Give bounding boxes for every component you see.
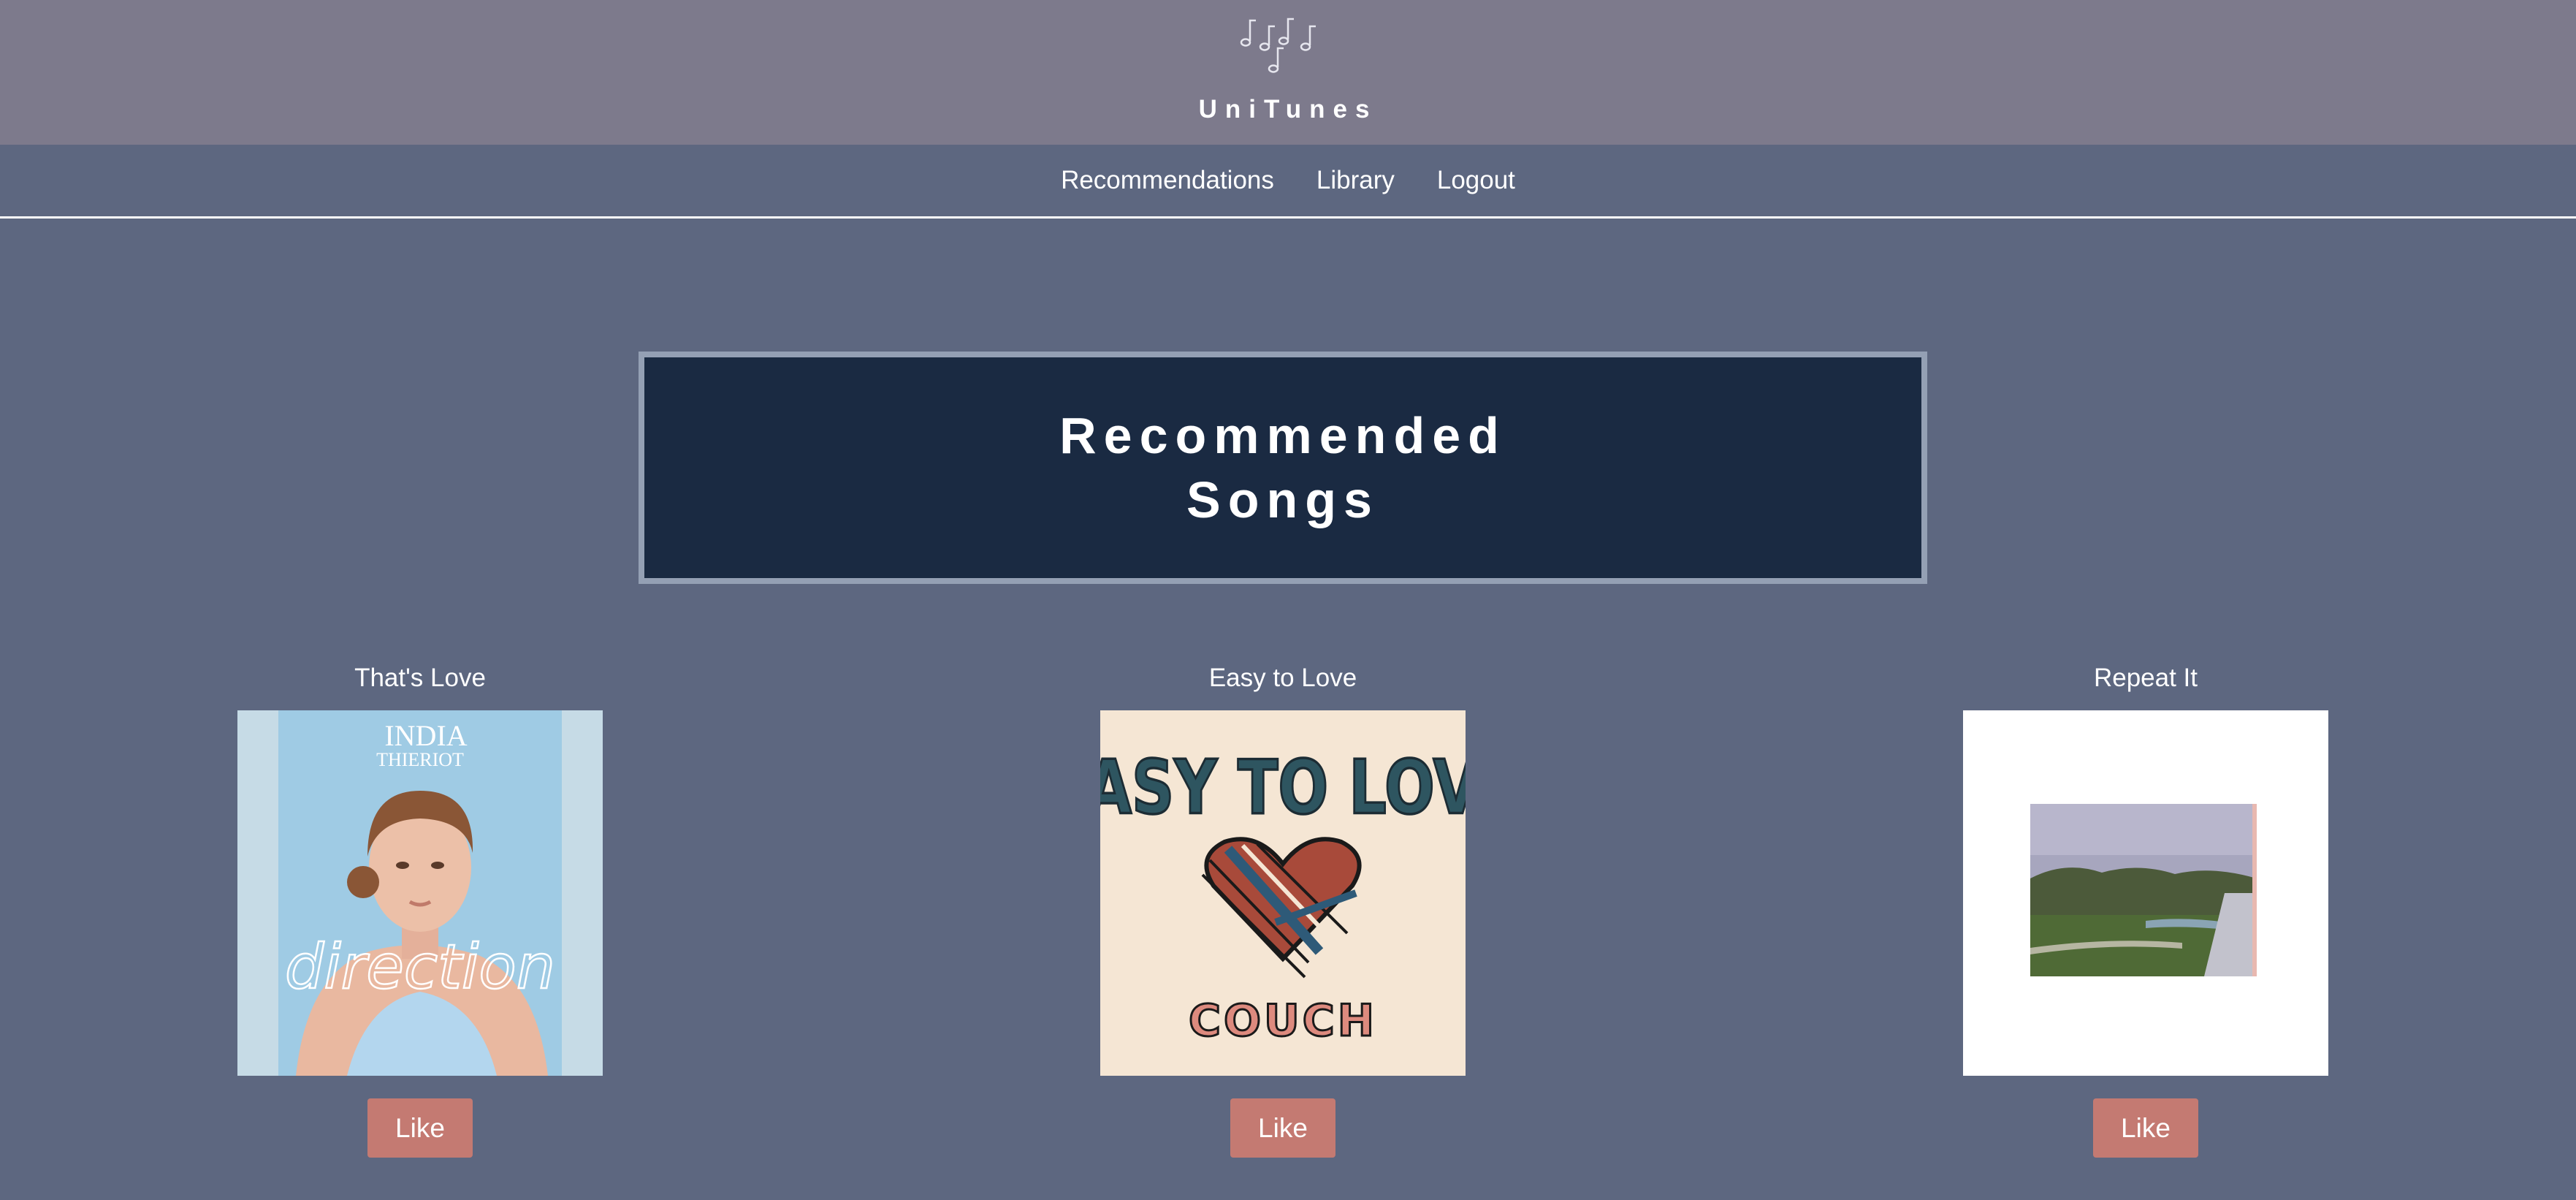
song-title: Easy to Love — [1208, 664, 1357, 692]
nav-logout[interactable]: Logout — [1437, 155, 1515, 206]
page-title-line-1: Recommended — [1059, 407, 1506, 464]
cover-album-title: direction — [285, 931, 555, 1003]
cover-title-text: EASY TO LOVE — [1100, 744, 1466, 830]
nav-library[interactable]: Library — [1316, 155, 1395, 206]
album-cover[interactable] — [1963, 710, 2328, 1076]
song-title: That's Love — [354, 664, 486, 692]
header: UniTunes — [0, 0, 2576, 145]
album-cover[interactable]: EASY TO LOVE COUCH — [1100, 710, 1466, 1076]
song-card: Repeat It Like — [1927, 656, 2365, 1158]
like-button[interactable]: Like — [2093, 1098, 2198, 1158]
song-card: That's Love INDIA THIERIOT direction Lik… — [201, 656, 639, 1158]
app-name: UniTunes — [1198, 95, 1378, 124]
song-title: Repeat It — [2093, 664, 2198, 692]
song-card: Easy to Love EASY TO LOVE COUCH Like — [1064, 656, 1502, 1158]
main-nav: Recommendations Library Logout — [0, 145, 2576, 219]
cover-artist-line-1: INDIA — [384, 719, 467, 752]
hero-banner: Recommended Songs — [639, 352, 1927, 584]
cover-artist-text: COUCH — [1189, 995, 1377, 1047]
page-title-line-2: Songs — [1186, 471, 1379, 528]
page-title: Recommended Songs — [1020, 403, 1546, 532]
cover-artist-line-2: THIERIOT — [376, 749, 464, 770]
nav-recommendations[interactable]: Recommendations — [1061, 155, 1274, 206]
album-cover[interactable]: INDIA THIERIOT direction — [237, 710, 603, 1076]
like-button[interactable]: Like — [1230, 1098, 1335, 1158]
music-notes-icon — [1240, 18, 1316, 73]
like-button[interactable]: Like — [367, 1098, 473, 1158]
